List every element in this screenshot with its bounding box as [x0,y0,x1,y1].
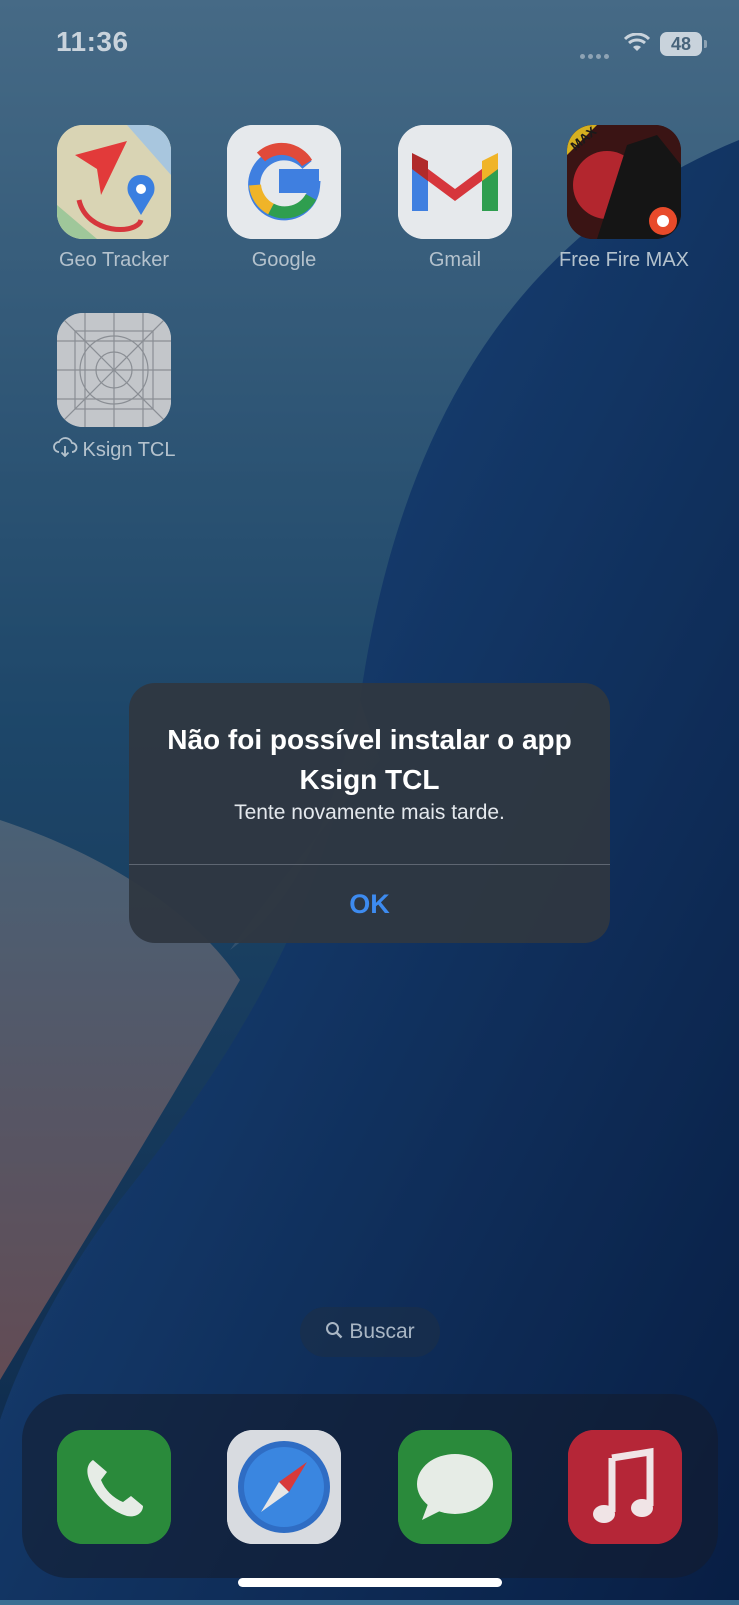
dock [22,1394,718,1578]
alert-title: Não foi possível instalar o app Ksign TC… [167,724,572,795]
app-label: Free Fire MAX [558,249,690,271]
google-icon [227,125,341,239]
free-fire-max-icon: MAX [567,125,681,239]
app-gmail[interactable]: Gmail [370,125,540,272]
phone-icon[interactable] [57,1430,171,1544]
music-note-icon[interactable] [568,1430,682,1544]
search-label: Buscar [349,1320,415,1343]
app-geo-tracker[interactable]: Geo Tracker [29,125,199,272]
app-label: Gmail [428,249,482,271]
gmail-icon [398,125,512,239]
cloud-download-icon [52,437,78,463]
app-ksign-tcl[interactable]: Ksign TCL [29,313,199,463]
wifi-icon [623,32,651,58]
battery-icon: 48 [660,32,702,56]
install-error-alert: Não foi possível instalar o app Ksign TC… [129,683,610,943]
status-bar: 11:36 48 [0,0,739,90]
search-icon [325,1321,343,1344]
app-label: Geo Tracker [58,249,170,271]
ok-button[interactable]: OK [129,865,610,943]
app-label: Ksign TCL [82,438,176,461]
app-label-row: Ksign TCL [29,437,199,463]
alert-message: Tente novamente mais tarde. [234,801,505,824]
safari-compass-icon[interactable] [227,1430,341,1544]
status-time: 11:36 [56,26,129,57]
geo-tracker-icon [57,125,171,239]
app-free-fire-max[interactable]: MAX Free Fire MAX [539,125,709,272]
messages-icon[interactable] [398,1430,512,1544]
cellular-signal-icon [580,46,612,64]
battery-tip [704,40,707,48]
app-label: Google [251,249,317,271]
search-button[interactable]: Buscar [300,1307,440,1357]
app-google[interactable]: Google [199,125,369,272]
app-placeholder-icon [57,313,171,427]
home-indicator[interactable] [238,1578,502,1587]
